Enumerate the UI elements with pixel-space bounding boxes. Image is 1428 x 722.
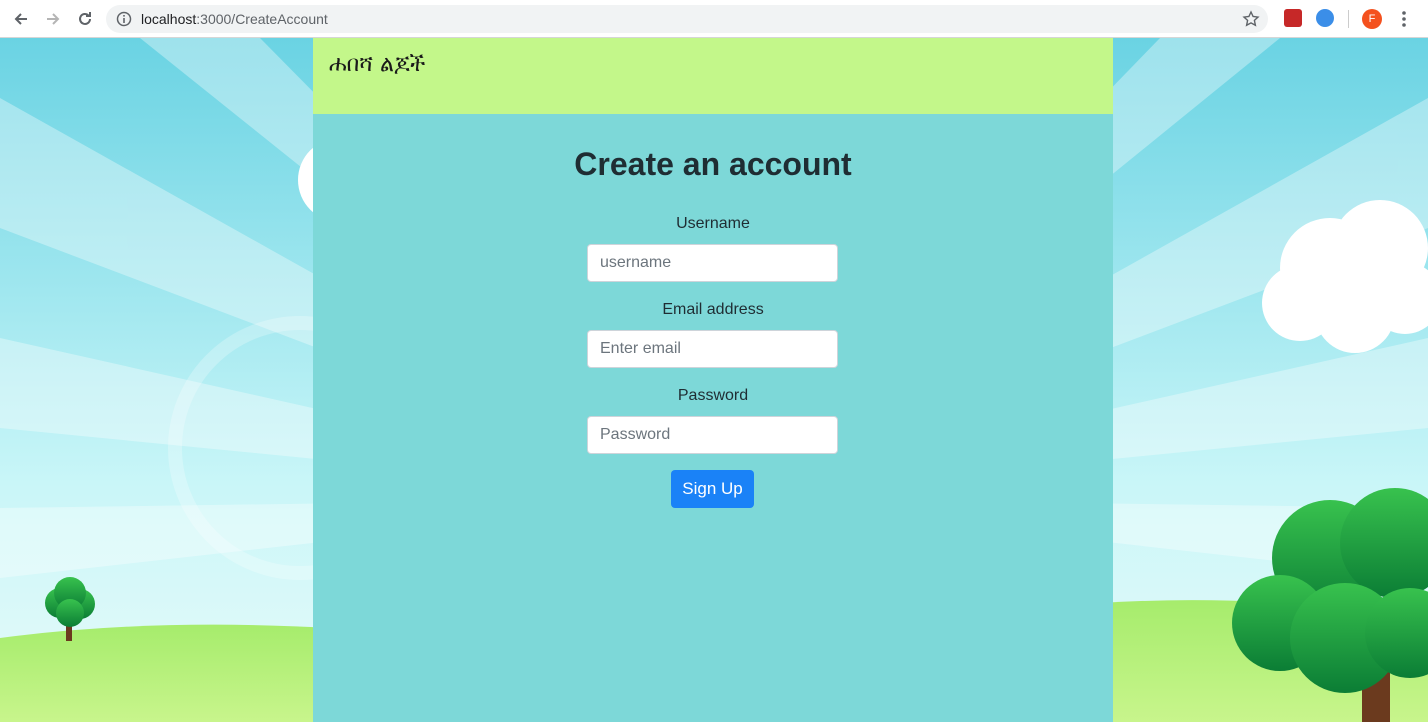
- navbar: ሐበሻ ልጆች: [313, 38, 1113, 114]
- page-title: Create an account: [574, 146, 852, 182]
- sign-up-button[interactable]: Sign Up: [671, 470, 754, 508]
- forward-icon[interactable]: [40, 6, 66, 32]
- email-label: Email address: [662, 301, 764, 318]
- address-bar[interactable]: localhost:3000/CreateAccount: [106, 5, 1268, 33]
- reload-icon[interactable]: [72, 6, 98, 32]
- username-input[interactable]: [587, 244, 838, 282]
- extension-icon[interactable]: [1284, 9, 1302, 27]
- username-label: Username: [676, 215, 750, 232]
- info-icon[interactable]: [116, 11, 132, 27]
- password-label: Password: [677, 387, 749, 404]
- app-container: ሐበሻ ልጆች Create an account Username Email…: [313, 38, 1113, 722]
- password-input[interactable]: [587, 416, 838, 454]
- back-icon[interactable]: [8, 6, 34, 32]
- browser-toolbar: localhost:3000/CreateAccount F: [0, 0, 1428, 38]
- star-icon[interactable]: [1242, 10, 1260, 28]
- brand-logo-text[interactable]: ሐበሻ ልጆች: [329, 52, 425, 77]
- profile-avatar[interactable]: F: [1362, 9, 1382, 29]
- extension-icon[interactable]: [1316, 9, 1334, 27]
- toolbar-divider: [1348, 10, 1349, 28]
- email-input[interactable]: [587, 330, 838, 368]
- url-text: localhost:3000/CreateAccount: [141, 11, 328, 27]
- menu-icon[interactable]: [1397, 9, 1411, 29]
